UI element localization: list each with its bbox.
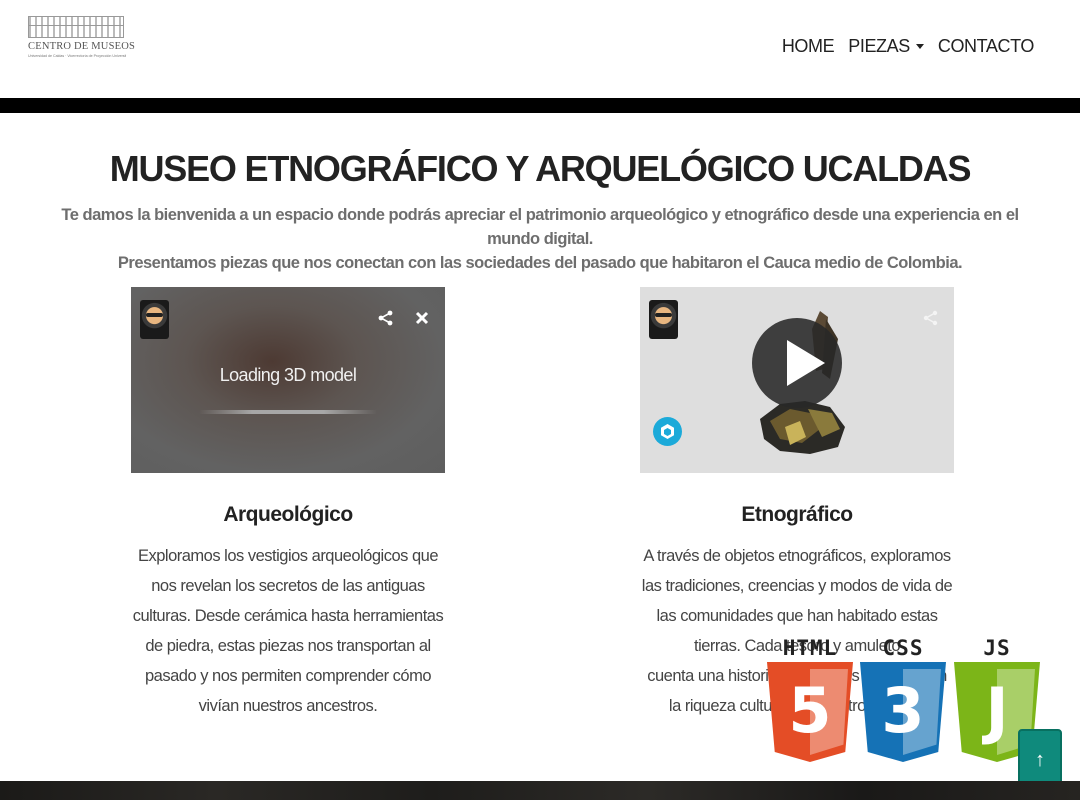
caret-down-icon xyxy=(915,44,924,49)
logo-name: CENTRO DE MUSEOS xyxy=(28,41,136,52)
page-title: MUSEO ETNOGRÁFICO Y ARQUELÓGICO UCALDAS xyxy=(109,148,972,189)
site-header: CENTRO DE MUSEOS Universidad de Caldas ·… xyxy=(0,0,1080,98)
header-divider xyxy=(0,98,1080,113)
share-icon[interactable] xyxy=(377,309,395,327)
ethnographic-3d-viewer[interactable] xyxy=(640,287,954,473)
intro-line-2: Presentamos piezas que nos conectan con … xyxy=(117,254,963,272)
card-line: vivían nuestros ancestros. xyxy=(198,697,378,715)
intro-text: Te damos la bienvenida a un espacio dond… xyxy=(40,203,1040,275)
loading-progress-bar xyxy=(199,410,377,414)
html5-number: 5 xyxy=(788,674,832,747)
html5-badge: HTML 5 xyxy=(765,636,855,766)
nav-piezas-label: PIEZAS xyxy=(848,36,910,56)
card-line: las tradiciones, creencias y modos de vi… xyxy=(641,577,953,595)
arrow-up-icon: ↑ xyxy=(1035,749,1045,771)
footer-strip xyxy=(0,781,1080,800)
nav-contacto-link[interactable]: CONTACTO xyxy=(938,36,1035,57)
main-nav: HOME PIEZAS CONTACTO xyxy=(782,36,1035,57)
card-line: las comunidades que han habitado estas xyxy=(656,607,938,625)
card-line: culturas. Desde cerámica hasta herramien… xyxy=(132,607,444,625)
html-label: HTML xyxy=(782,636,838,660)
play-button[interactable] xyxy=(752,318,842,408)
css3-badge: CSS 3 xyxy=(858,636,948,766)
card-title-arqueologico: Arqueológico xyxy=(223,503,353,526)
card-line: de piedra, estas piezas nos transportan … xyxy=(145,637,431,655)
avatar[interactable] xyxy=(140,300,169,339)
nav-piezas-dropdown[interactable]: PIEZAS xyxy=(848,36,924,57)
loading-status: Loading 3D model xyxy=(219,365,357,385)
centro-de-museos-logo[interactable]: CENTRO DE MUSEOS Universidad de Caldas ·… xyxy=(28,16,136,62)
card-text-arqueologico: Exploramos los vestigios arqueológicos q… xyxy=(131,541,445,721)
js-label: JS xyxy=(983,636,1011,660)
share-icon[interactable] xyxy=(922,309,940,327)
nav-home-link[interactable]: HOME xyxy=(782,36,835,57)
logo-subtitle: Universidad de Caldas · Vicerrectoría de… xyxy=(28,54,126,58)
card-line: pasado y nos permiten comprender cómo xyxy=(145,667,432,685)
avatar[interactable] xyxy=(649,300,678,339)
card-title-etnografico: Etnográfico xyxy=(741,503,853,526)
tech-badges: HTML 5 CSS 3 JS J xyxy=(765,636,1045,766)
card-line: Exploramos los vestigios arqueológicos q… xyxy=(137,547,439,565)
css-label: CSS xyxy=(882,636,924,660)
intro-line-1: Te damos la bienvenida a un espacio dond… xyxy=(61,206,1019,248)
card-line: nos revelan los secretos de las antiguas xyxy=(151,577,425,595)
play-icon xyxy=(787,340,825,386)
sketchfab-icon[interactable] xyxy=(653,417,682,446)
archaeological-3d-viewer[interactable]: Loading 3D model xyxy=(131,287,445,473)
css3-number: 3 xyxy=(881,674,925,747)
card-line: A través de objetos etnográficos, explor… xyxy=(643,547,951,565)
close-icon[interactable] xyxy=(413,309,431,327)
building-logo-icon xyxy=(28,16,124,38)
